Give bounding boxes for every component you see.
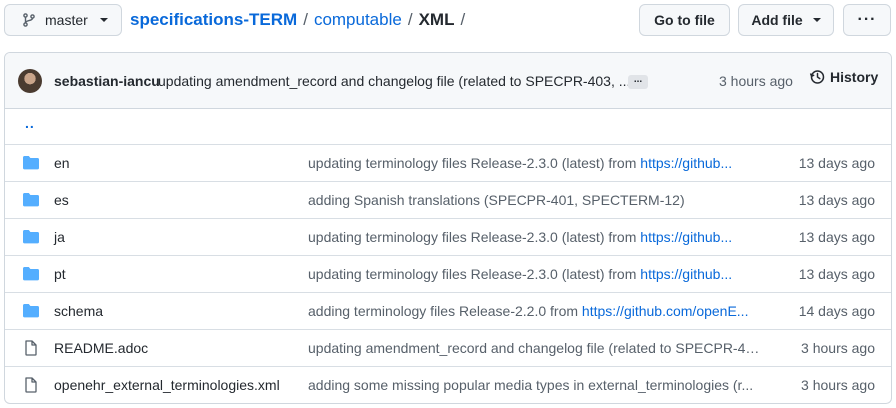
branch-selector-button[interactable]: master <box>4 4 122 36</box>
table-row[interactable]: README.adoc updating amendment_record an… <box>5 330 891 367</box>
more-options-button[interactable]: ··· <box>843 4 891 36</box>
file-commit-message[interactable]: adding some missing popular media types … <box>308 377 760 393</box>
file-commit-time: 13 days ago <box>798 266 875 282</box>
file-commit-message[interactable]: adding terminology files Release-2.2.0 f… <box>308 303 760 319</box>
git-branch-icon <box>23 13 35 27</box>
breadcrumb-repo-link[interactable]: specifications-TERM <box>130 10 297 29</box>
table-row[interactable]: schema adding terminology files Release-… <box>5 293 891 330</box>
folder-icon <box>23 193 39 207</box>
file-name-link[interactable]: ja <box>54 229 65 245</box>
branch-name: master <box>45 12 88 28</box>
repo-header: master specifications-TERM / computable / XM… <box>0 0 896 40</box>
file-name-link[interactable]: README.adoc <box>54 340 148 356</box>
commit-author-link[interactable]: sebastian-iancu <box>54 73 160 89</box>
breadcrumb-computable-link[interactable]: computable <box>314 10 402 29</box>
avatar[interactable] <box>18 69 42 93</box>
add-file-button[interactable]: Add file <box>738 4 834 36</box>
file-commit-message[interactable]: updating terminology files Release-2.3.0… <box>308 266 760 282</box>
file-commit-message[interactable]: updating terminology files Release-2.3.0… <box>308 229 760 245</box>
table-row[interactable]: pt updating terminology files Release-2.… <box>5 256 891 293</box>
breadcrumb: specifications-TERM / computable / XML / <box>130 10 466 29</box>
folder-icon <box>23 304 39 318</box>
file-commit-time: 14 days ago <box>798 303 875 319</box>
file-commit-time: 13 days ago <box>798 229 875 245</box>
add-file-label: Add file <box>751 12 803 28</box>
file-browser: sebastian-iancu updating amendment_recor… <box>4 52 892 404</box>
table-row[interactable]: en updating terminology files Release-2.… <box>5 145 891 182</box>
table-row[interactable]: ja updating terminology files Release-2.… <box>5 219 891 256</box>
chevron-down-icon <box>812 18 821 22</box>
breadcrumb-current: XML <box>418 10 455 29</box>
go-to-file-button[interactable]: Go to file <box>639 4 730 36</box>
history-label: History <box>830 69 879 85</box>
table-row[interactable]: es adding Spanish translations (SPECPR-4… <box>5 182 891 219</box>
folder-icon <box>23 267 39 281</box>
parent-directory-row[interactable]: .. <box>5 109 891 145</box>
commit-message-link[interactable]: updating amendment_record and changelog … <box>158 73 630 89</box>
history-icon <box>809 70 825 84</box>
history-link[interactable]: History <box>809 69 878 85</box>
chevron-down-icon <box>99 18 108 22</box>
file-name-link[interactable]: schema <box>54 303 103 319</box>
file-commit-time: 13 days ago <box>798 155 875 171</box>
file-commit-time: 3 hours ago <box>801 377 875 393</box>
commit-time: 3 hours ago <box>719 73 793 89</box>
file-commit-message[interactable]: adding Spanish translations (SPECPR-401,… <box>308 192 760 208</box>
file-icon <box>25 340 37 356</box>
latest-commit-bar: sebastian-iancu updating amendment_recor… <box>5 53 891 109</box>
file-commit-time: 13 days ago <box>798 192 875 208</box>
folder-icon <box>23 156 39 170</box>
parent-directory-link[interactable]: .. <box>25 115 35 131</box>
file-name-link[interactable]: en <box>54 155 70 171</box>
file-commit-time: 3 hours ago <box>801 340 875 356</box>
folder-icon <box>23 230 39 244</box>
file-name-link[interactable]: es <box>54 192 69 208</box>
file-commit-message[interactable]: updating terminology files Release-2.3.0… <box>308 155 760 171</box>
table-row[interactable]: openehr_external_terminologies.xml addin… <box>5 367 891 403</box>
expand-commit-button[interactable]: ... <box>628 75 648 89</box>
file-name-link[interactable]: pt <box>54 266 66 282</box>
file-commit-message[interactable]: updating amendment_record and changelog … <box>308 340 760 356</box>
file-name-link[interactable]: openehr_external_terminologies.xml <box>54 377 280 393</box>
file-icon <box>25 377 37 393</box>
